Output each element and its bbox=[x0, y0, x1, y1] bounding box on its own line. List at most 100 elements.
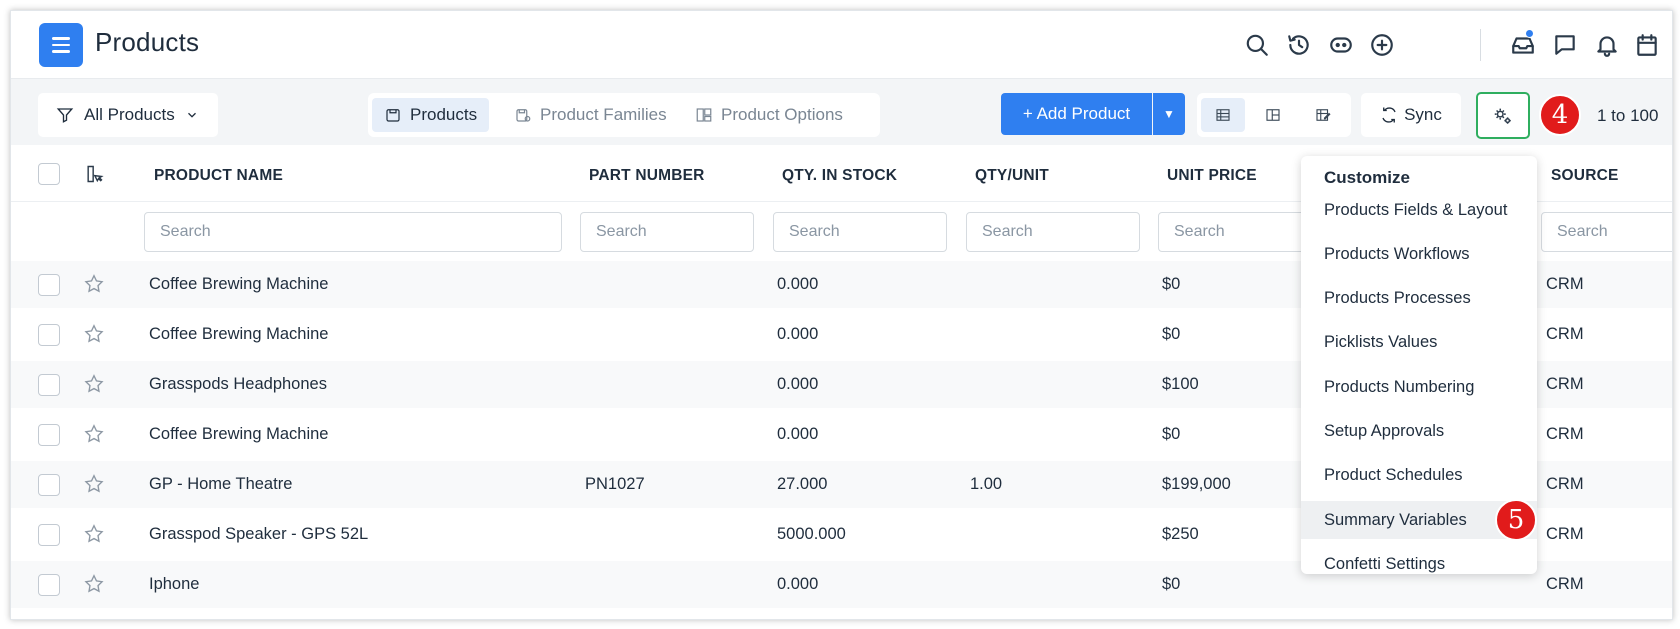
step-badge-4: 4 bbox=[1539, 94, 1581, 136]
search-input-product-name[interactable]: Search bbox=[144, 212, 562, 252]
customize-menu-item[interactable]: Confetti Settings bbox=[1301, 545, 1537, 583]
app-window: Products All Products Products Product F… bbox=[10, 10, 1673, 620]
row-checkbox[interactable] bbox=[38, 424, 60, 446]
customize-menu: Customize Products Fields & Layout Produc… bbox=[1301, 156, 1537, 574]
sync-icon bbox=[1382, 107, 1396, 123]
filter-dropdown[interactable]: All Products bbox=[38, 93, 218, 137]
notification-dot bbox=[1525, 29, 1534, 38]
cell-price: $250 bbox=[1162, 525, 1199, 543]
cell-qty: 27.000 bbox=[777, 475, 828, 493]
search-input-part-number[interactable]: Search bbox=[580, 212, 754, 252]
cell-name[interactable]: Coffee Brewing Machine bbox=[149, 275, 328, 294]
cell-qty: 0.000 bbox=[777, 575, 819, 593]
hamburger-menu-button[interactable] bbox=[39, 23, 83, 67]
column-header-qty-in-stock[interactable]: QTY. IN STOCK bbox=[782, 167, 897, 185]
cell-price: $0 bbox=[1162, 325, 1181, 343]
chat-icon[interactable] bbox=[1551, 31, 1579, 59]
customize-menu-item[interactable]: Products Fields & Layout bbox=[1301, 191, 1537, 229]
cell-qty: 0.000 bbox=[777, 425, 819, 443]
chevron-down-icon bbox=[187, 112, 196, 118]
cell-name[interactable]: Iphone bbox=[149, 575, 199, 594]
filter-icon bbox=[56, 108, 74, 123]
cell-name[interactable]: Grasspods Headphones bbox=[149, 375, 327, 394]
search-input-qty-unit[interactable]: Search bbox=[966, 212, 1140, 252]
star-icon[interactable] bbox=[83, 323, 105, 345]
cell-source: CRM bbox=[1546, 425, 1584, 443]
gears-icon bbox=[1494, 108, 1511, 124]
table-view-button[interactable] bbox=[1201, 98, 1245, 132]
row-checkbox[interactable] bbox=[38, 524, 60, 546]
cell-source: CRM bbox=[1546, 575, 1584, 593]
star-icon[interactable] bbox=[83, 473, 105, 495]
tab-label: Products bbox=[410, 105, 478, 124]
sheet-edit-icon bbox=[1316, 109, 1331, 121]
sync-button[interactable]: Sync bbox=[1361, 93, 1461, 137]
row-checkbox[interactable] bbox=[38, 324, 60, 346]
star-icon[interactable] bbox=[83, 273, 105, 295]
tab-product-options[interactable]: Product Options bbox=[683, 98, 855, 132]
bell-icon[interactable] bbox=[1593, 31, 1621, 59]
cell-price: $100 bbox=[1162, 375, 1199, 393]
plus-circle-icon[interactable] bbox=[1368, 31, 1396, 59]
cell-price: $0 bbox=[1162, 275, 1181, 293]
tab-label: Product Families bbox=[540, 105, 667, 124]
filter-label: All Products bbox=[84, 105, 175, 124]
families-icon bbox=[516, 109, 531, 122]
row-checkbox[interactable] bbox=[38, 474, 60, 496]
bot-icon[interactable] bbox=[1327, 31, 1355, 59]
cell-price: $199,000 bbox=[1162, 475, 1231, 493]
star-icon[interactable] bbox=[83, 423, 105, 445]
star-icon[interactable] bbox=[83, 373, 105, 395]
cell-source: CRM bbox=[1546, 325, 1584, 343]
search-input-source[interactable]: Search bbox=[1541, 212, 1672, 252]
cell-price: $0 bbox=[1162, 425, 1181, 443]
star-icon[interactable] bbox=[83, 523, 105, 545]
select-all-checkbox[interactable] bbox=[38, 163, 60, 185]
row-checkbox[interactable] bbox=[38, 374, 60, 396]
column-header-source[interactable]: SOURCE bbox=[1551, 167, 1619, 185]
tab-label: Product Options bbox=[721, 105, 843, 124]
row-checkbox[interactable] bbox=[38, 274, 60, 296]
star-icon[interactable] bbox=[83, 573, 105, 595]
cell-source: CRM bbox=[1546, 475, 1584, 493]
cell-name[interactable]: Grasspod Speaker - GPS 52L bbox=[149, 525, 368, 544]
kanban-view-button[interactable] bbox=[1251, 98, 1295, 132]
page-title: Products bbox=[95, 27, 200, 57]
column-header-qty-unit[interactable]: QTY/UNIT bbox=[975, 167, 1049, 185]
column-header-product-name[interactable]: PRODUCT NAME bbox=[154, 167, 283, 185]
cell-qty: 5000.000 bbox=[777, 525, 846, 543]
search-icon[interactable] bbox=[1243, 31, 1271, 59]
customize-menu-item[interactable]: Products Workflows bbox=[1301, 235, 1537, 273]
customize-menu-item[interactable]: Picklists Values bbox=[1301, 324, 1537, 362]
cell-source: CRM bbox=[1546, 275, 1584, 293]
cell-name[interactable]: Coffee Brewing Machine bbox=[149, 425, 328, 444]
customize-menu-item[interactable]: Product Schedules bbox=[1301, 457, 1537, 495]
table-icon bbox=[1216, 109, 1230, 121]
row-checkbox[interactable] bbox=[38, 574, 60, 596]
column-header-part-number[interactable]: PART NUMBER bbox=[589, 167, 705, 185]
tab-product-families[interactable]: Product Families bbox=[502, 98, 679, 132]
settings-button[interactable] bbox=[1476, 92, 1530, 139]
sync-label: Sync bbox=[1404, 105, 1442, 124]
options-icon bbox=[696, 108, 712, 122]
kanban-icon bbox=[1266, 109, 1280, 121]
cell-source: CRM bbox=[1546, 525, 1584, 543]
cell-part: PN1027 bbox=[585, 475, 645, 493]
customize-menu-item[interactable]: Setup Approvals bbox=[1301, 413, 1537, 451]
history-icon[interactable] bbox=[1285, 31, 1313, 59]
product-icon bbox=[386, 109, 400, 122]
customize-menu-item[interactable]: Products Numbering bbox=[1301, 368, 1537, 406]
add-product-menu-button[interactable]: ▼ bbox=[1153, 93, 1185, 135]
cell-name[interactable]: Coffee Brewing Machine bbox=[149, 325, 328, 344]
cell-unit: 1.00 bbox=[970, 475, 1003, 493]
sheet-view-button[interactable] bbox=[1301, 98, 1345, 132]
top-bar: Products bbox=[11, 11, 1672, 79]
customize-menu-item[interactable]: Products Processes bbox=[1301, 280, 1537, 318]
column-settings-icon[interactable] bbox=[84, 164, 106, 186]
tab-products[interactable]: Products bbox=[372, 98, 490, 132]
search-input-qty-in-stock[interactable]: Search bbox=[773, 212, 947, 252]
cell-name[interactable]: GP - Home Theatre bbox=[149, 475, 292, 494]
column-header-unit-price[interactable]: UNIT PRICE bbox=[1167, 167, 1257, 185]
calendar-icon[interactable] bbox=[1633, 31, 1661, 59]
add-product-button[interactable]: + Add Product bbox=[1001, 93, 1152, 135]
